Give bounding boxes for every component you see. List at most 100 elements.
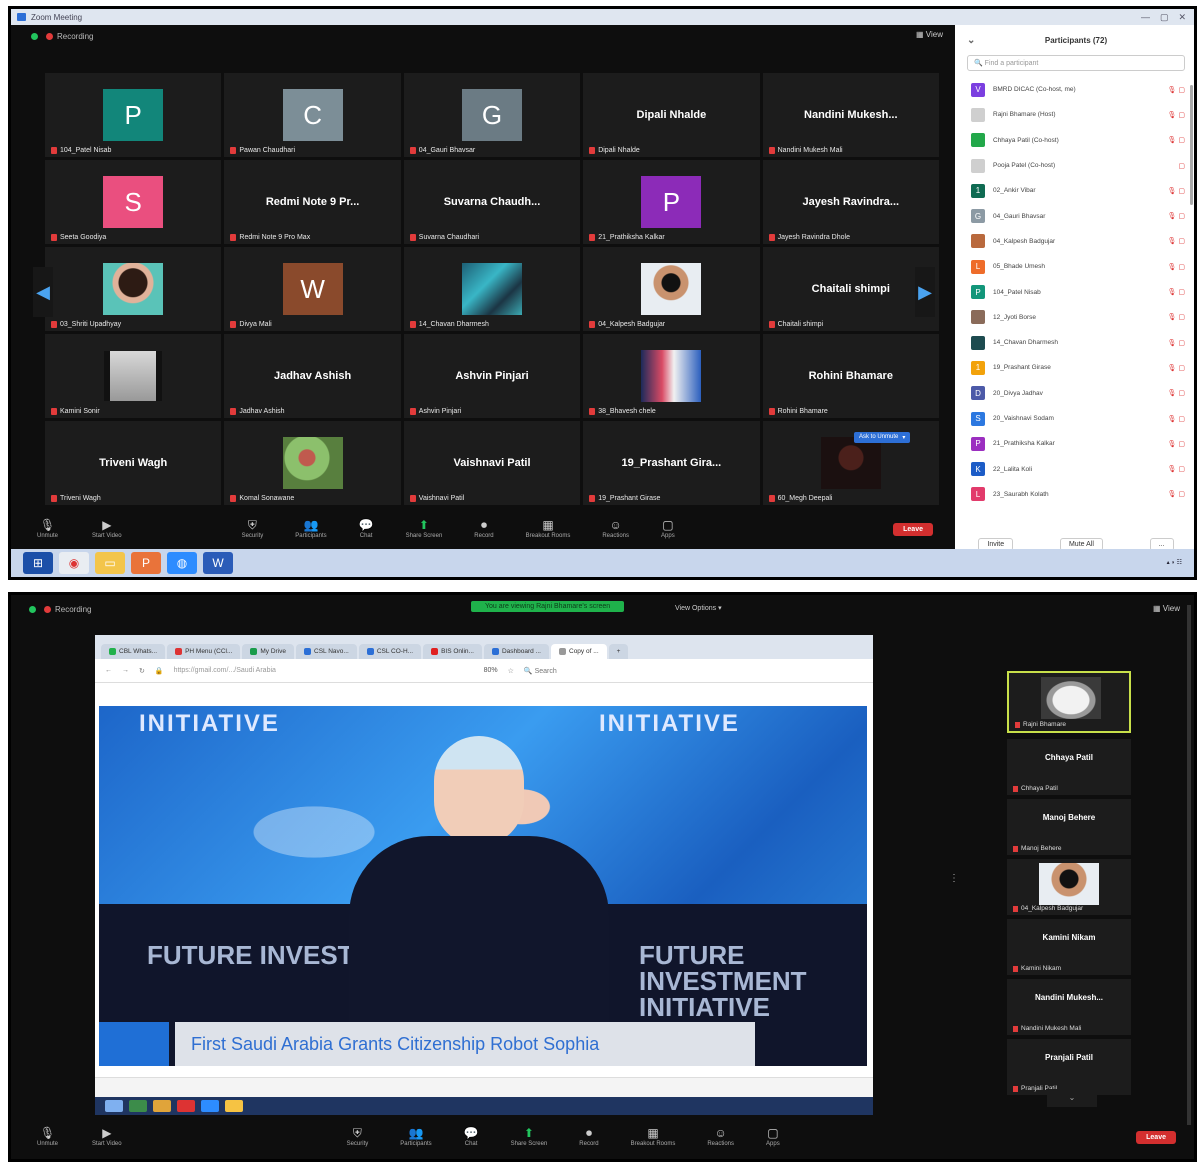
youtube-icon[interactable] (177, 1100, 195, 1112)
shield-icon[interactable] (29, 605, 36, 613)
chrome-icon[interactable]: ◉ (59, 552, 89, 574)
minimize-icon[interactable]: — (1141, 12, 1150, 23)
unmute-button[interactable]: 🎙 Unmute (37, 1127, 58, 1147)
back-icon[interactable]: ← (105, 667, 112, 674)
start-video-button[interactable]: ▶ Start Video (92, 1127, 122, 1147)
apps-button[interactable]: ▢ Apps (766, 1127, 780, 1147)
mic-video-status-icon[interactable]: 🎙 ▢ (1168, 237, 1185, 245)
reactions-button[interactable]: ☺ Reactions (602, 519, 629, 539)
window-scrollbar[interactable] (1187, 605, 1191, 1125)
video-tile[interactable]: P 21_Prathiksha Kalkar (583, 160, 760, 244)
participant-row[interactable]: G 04_Gauri Bhavsar 🎙 ▢ (955, 203, 1194, 228)
mic-video-status-icon[interactable]: 🎙 ▢ (1168, 187, 1185, 195)
zoom-taskbar-icon[interactable]: ◍ (167, 552, 197, 574)
filmstrip-tile[interactable]: Nandini Mukesh... Nandini Mukesh Mali (1007, 979, 1131, 1035)
leave-button[interactable]: Leave (893, 522, 933, 536)
record-button[interactable]: ⏺ Record (474, 519, 493, 539)
folder-icon[interactable] (153, 1100, 171, 1112)
recording-indicator[interactable]: Recording (46, 32, 93, 41)
url-field[interactable]: https://gmail.com/.../Saudi Arabia (174, 664, 474, 678)
video-tile[interactable]: P 104_Patel Nisab (45, 73, 222, 157)
video-tile[interactable]: 60_Megh Deepali (762, 421, 939, 505)
browser-tab[interactable]: CSL Navo... (296, 644, 357, 659)
video-tile[interactable]: 04_Kalpesh Badgujar (583, 247, 760, 331)
zoom-taskbar-icon[interactable] (201, 1100, 219, 1112)
reactions-button[interactable]: ☺ Reactions (707, 1127, 734, 1147)
video-tile[interactable]: Suvarna Chaudh... Suvarna Chaudhari (403, 160, 581, 244)
next-page-arrow-icon[interactable]: ▶ (915, 267, 935, 317)
participant-row[interactable]: Chhaya Patil (Co-host) 🎙 ▢ (955, 128, 1194, 153)
more-options-icon[interactable]: ⋮ (949, 873, 959, 884)
share-screen-button[interactable]: ⬆ Share Screen (511, 1127, 548, 1147)
participant-row[interactable]: Pooja Patel (Co-host) ▢ (955, 153, 1194, 178)
video-tile[interactable]: 19_Prashant Gira... 19_Prashant Girase (583, 421, 760, 505)
view-button[interactable]: ▦ View (916, 30, 943, 39)
participant-row[interactable]: Rajni Bhamare (Host) 🎙 ▢ (955, 102, 1194, 127)
participant-row[interactable]: 14_Chavan Dharmesh 🎙 ▢ (955, 330, 1194, 355)
forward-icon[interactable]: → (122, 667, 129, 674)
mic-video-status-icon[interactable]: 🎙 ▢ (1168, 490, 1185, 498)
ask-to-unmute-button[interactable]: Ask to Unmute ▾ (854, 432, 911, 443)
security-button[interactable]: ⛨ Security (242, 519, 264, 539)
participant-scrollbar[interactable] (1190, 85, 1193, 205)
participant-row[interactable]: 1 02_Ankir Vibar 🎙 ▢ (955, 178, 1194, 203)
word-icon[interactable]: W (203, 552, 233, 574)
mic-video-status-icon[interactable]: 🎙 ▢ (1168, 313, 1185, 321)
participants-button[interactable]: 👥 Participants (295, 519, 326, 539)
participant-search-input[interactable]: 🔍 Find a participant (967, 55, 1185, 71)
mic-video-status-icon[interactable]: 🎙 ▢ (1168, 136, 1185, 144)
folder-icon[interactable]: ▭ (95, 552, 125, 574)
breakout-rooms-button[interactable]: ▦ Breakout Rooms (631, 1127, 676, 1147)
reload-icon[interactable]: ↻ (139, 667, 145, 675)
collapse-icon[interactable]: ⌄ (967, 35, 975, 46)
filmstrip-tile[interactable]: Pranjali Patil Pranjali Patil (1007, 1039, 1131, 1095)
record-button[interactable]: ⏺ Record (579, 1127, 598, 1147)
star-icon[interactable]: ☆ (508, 667, 514, 675)
mic-video-status-icon[interactable]: 🎙 ▢ (1168, 288, 1185, 296)
shield-icon[interactable] (31, 32, 38, 40)
view-button[interactable]: ▦ View (1153, 604, 1180, 613)
apps-button[interactable]: ▢ Apps (661, 519, 675, 539)
mic-video-status-icon[interactable]: 🎙 ▢ (1168, 364, 1185, 372)
start-icon[interactable] (105, 1100, 123, 1112)
chat-button[interactable]: 💬 Chat (359, 519, 374, 539)
mic-video-status-icon[interactable]: ▢ (1178, 162, 1185, 170)
video-tile[interactable]: 14_Chavan Dharmesh (403, 247, 581, 331)
video-tile[interactable]: Jadhav Ashish Jadhav Ashish (224, 334, 401, 418)
mic-video-status-icon[interactable]: 🎙 ▢ (1168, 465, 1185, 473)
video-tile[interactable]: Dipali Nhalde Dipali Nhalde (583, 73, 760, 157)
chat-button[interactable]: 💬 Chat (464, 1127, 479, 1147)
security-button[interactable]: ⛨ Security (347, 1127, 369, 1147)
participant-row[interactable]: 1 19_Prashant Girase 🎙 ▢ (955, 355, 1194, 380)
filmstrip-tile[interactable]: Kamini Nikam Kamini Nikam (1007, 919, 1131, 975)
video-tile[interactable]: Redmi Note 9 Pr... Redmi Note 9 Pro Max (224, 160, 401, 244)
video-player[interactable]: INITIATIVE INITIATIVE FUTURE INVESTMENT … (99, 706, 867, 1066)
browser-tab[interactable]: BIS Onlin... (423, 644, 482, 659)
mic-video-status-icon[interactable]: 🎙 ▢ (1168, 263, 1185, 271)
video-tile[interactable]: Chaitali shimpi Chaitali shimpi (762, 247, 939, 331)
video-tile[interactable]: 03_Shriti Upadhyay (45, 247, 222, 331)
breakout-rooms-button[interactable]: ▦ Breakout Rooms (526, 519, 571, 539)
participant-row[interactable]: K 22_Lalita Koli 🎙 ▢ (955, 456, 1194, 481)
browser-tab[interactable]: CBL Whats... (101, 644, 166, 659)
maximize-icon[interactable]: ▢ (1160, 12, 1169, 23)
prev-page-arrow-icon[interactable]: ◀ (33, 267, 53, 317)
start-video-button[interactable]: ▶ Start Video (92, 519, 122, 539)
browser-tab[interactable]: My Drive (242, 644, 295, 659)
participant-row[interactable]: L 05_Bhade Umesh 🎙 ▢ (955, 254, 1194, 279)
video-tile[interactable]: C Pawan Chaudhari (224, 73, 401, 157)
filmstrip-tile[interactable]: Rajni Bhamare (1007, 671, 1131, 733)
share-screen-button[interactable]: ⬆ Share Screen (406, 519, 443, 539)
browser-tab[interactable]: Copy of ... (551, 644, 607, 659)
window-controls[interactable]: — ▢ ✕ (1141, 12, 1194, 23)
participant-row[interactable]: V BMRD DICAC (Co-host, me) 🎙 ▢ (955, 77, 1194, 102)
video-tile[interactable]: Ashvin Pinjari Ashvin Pinjari (403, 334, 581, 418)
close-icon[interactable]: ✕ (1178, 12, 1186, 23)
video-tile[interactable]: 38_Bhavesh chele (583, 334, 760, 418)
browser-search[interactable]: 🔍 Search (524, 667, 557, 675)
browser-tab[interactable]: CSL CO-H... (358, 644, 422, 659)
participant-row[interactable]: P 21_Prathiksha Kalkar 🎙 ▢ (955, 431, 1194, 456)
participant-row[interactable]: L 23_Saurabh Kolath 🎙 ▢ (955, 482, 1194, 507)
mic-video-status-icon[interactable]: 🎙 ▢ (1168, 212, 1185, 220)
video-tile[interactable]: Nandini Mukesh... Nandini Mukesh Mali (762, 73, 939, 157)
